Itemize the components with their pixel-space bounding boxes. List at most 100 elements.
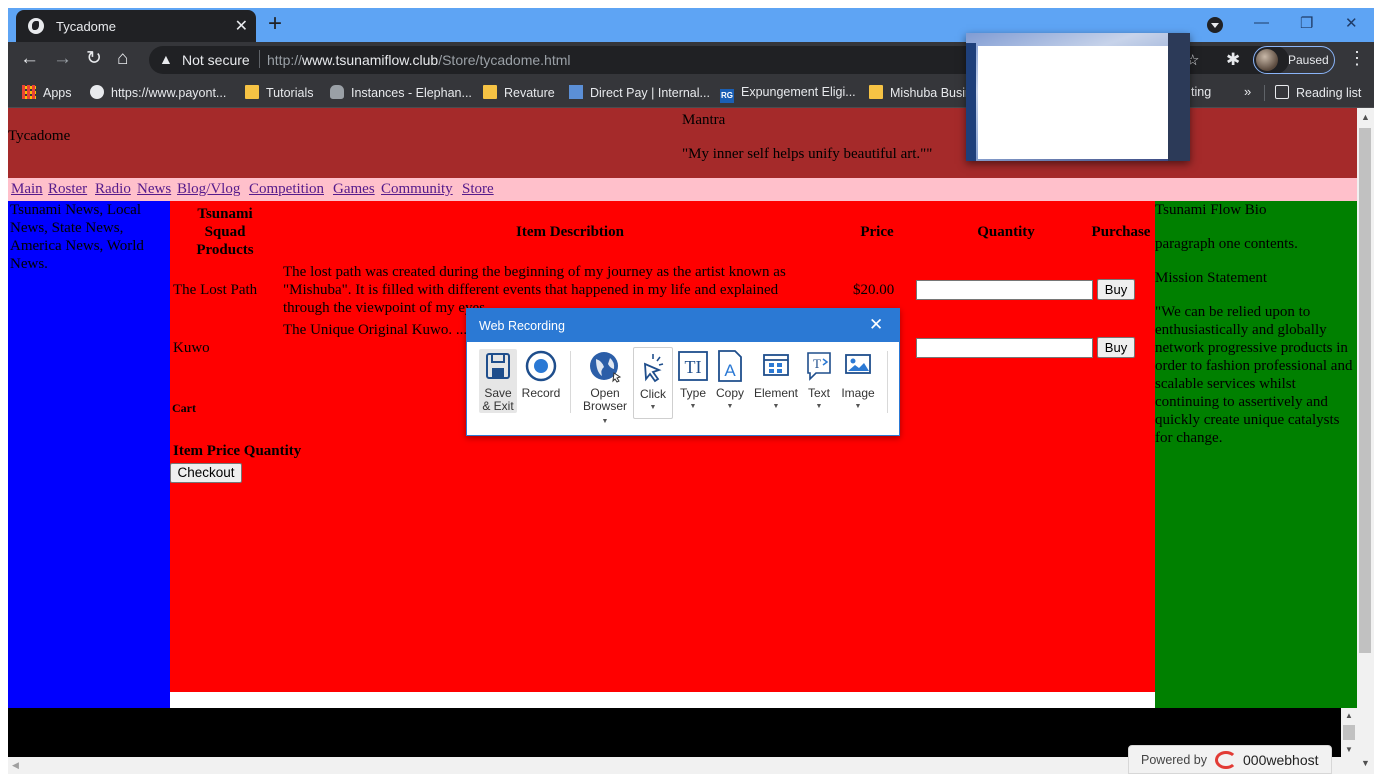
nav-games[interactable]: Games (333, 181, 375, 198)
buy-button[interactable]: Buy (1097, 279, 1135, 300)
minimize-icon[interactable]: — (1254, 14, 1269, 31)
reading-list-button[interactable]: Reading list (1275, 85, 1361, 100)
tab-tycadome[interactable]: Tycadome ✕ (16, 10, 256, 42)
copy-button[interactable]: A Copy ▼ (710, 349, 750, 413)
click-button[interactable]: Click ▼ (633, 347, 673, 419)
bookmark-expungement[interactable]: RG Expungement Eligi... (720, 85, 856, 103)
mission-title: Mission Statement (1155, 270, 1268, 286)
extensions-icon[interactable]: ✱ (1226, 50, 1240, 70)
bookmark-payont[interactable]: https://www.payont... (90, 85, 226, 100)
type-icon: TI (678, 351, 708, 381)
element-icon (763, 354, 789, 376)
header-price: Price (860, 224, 894, 240)
footer-scrollbar[interactable]: ▲ ▼ (1341, 708, 1357, 757)
bookmarks-more-icon[interactable]: » (1244, 84, 1251, 99)
nav-blog-vlog[interactable]: Blog/Vlog (177, 181, 240, 198)
bio-text: paragraph one contents. (1155, 236, 1298, 252)
svg-text:T: T (813, 356, 821, 371)
bookmark-instances[interactable]: Instances - Elephan... (330, 85, 472, 100)
scroll-up-icon[interactable]: ▲ (1361, 112, 1370, 122)
folder-icon (483, 85, 497, 99)
type-label: Type (679, 386, 706, 400)
nav-store[interactable]: Store (462, 181, 494, 198)
element-button[interactable]: Element ▼ (752, 349, 800, 413)
news-links-text: Tsunami News, Local News, State News, Am… (10, 202, 144, 272)
bookmark-direct-pay[interactable]: Direct Pay | Internal... (569, 85, 710, 100)
scroll-up-icon[interactable]: ▲ (1345, 711, 1353, 720)
avatar (1256, 49, 1278, 71)
svg-text:TI: TI (685, 357, 702, 377)
powered-by-badge[interactable]: Powered by 000webhost (1128, 745, 1332, 774)
restore-icon[interactable]: ❐ (1300, 14, 1313, 32)
reload-icon[interactable]: ↻ (86, 48, 102, 70)
image-icon (845, 354, 871, 374)
forward-icon[interactable]: → (53, 48, 72, 70)
record-label: Record (521, 386, 561, 400)
svg-text:A: A (724, 361, 736, 380)
scroll-left-icon[interactable]: ◀ (12, 760, 19, 771)
page-scrollbar-lower[interactable]: ▼ (1357, 708, 1374, 774)
tab-close-icon[interactable]: ✕ (235, 16, 248, 36)
dialog-title: Web Recording (479, 319, 565, 333)
apps-icon (22, 85, 36, 99)
buy-button[interactable]: Buy (1097, 337, 1135, 358)
scroll-down-icon[interactable]: ▼ (1345, 745, 1353, 754)
dropdown-caret-icon: ▼ (601, 418, 609, 425)
header-description: Item Describtion (516, 224, 624, 240)
dialog-close-icon[interactable]: ✕ (869, 315, 883, 335)
bookmark-revature[interactable]: Revature (483, 85, 555, 100)
nav-main[interactable]: Main (11, 181, 43, 198)
powered-by-brand: 000webhost (1243, 752, 1319, 768)
image-button[interactable]: Image ▼ (838, 349, 878, 413)
back-icon[interactable]: ← (20, 48, 39, 70)
scrollbar-thumb[interactable] (1343, 725, 1355, 740)
bookmark-mishuba[interactable]: Mishuba Busin (869, 85, 972, 100)
globe-icon (590, 352, 622, 383)
text-label: Text (807, 386, 830, 400)
menu-icon[interactable]: ⋮ (1348, 48, 1366, 69)
scroll-down-icon[interactable]: ▼ (1361, 758, 1370, 768)
web-recording-dialog: Web Recording ✕ Save & Exit Record Open … (466, 308, 900, 436)
save-exit-button[interactable]: Save & Exit (479, 349, 517, 413)
bookmark-tutorials[interactable]: Tutorials (245, 85, 313, 100)
bio-sidebar: Tsunami Flow Bio paragraph one contents.… (1155, 201, 1357, 708)
globe-icon (90, 85, 104, 99)
cart-label: Cart (172, 401, 196, 415)
nav-news[interactable]: News (137, 181, 171, 198)
tab-search-icon[interactable] (1207, 17, 1223, 33)
quantity-input[interactable] (916, 280, 1093, 300)
bio-title: Tsunami Flow Bio (1155, 202, 1267, 218)
profile-button[interactable]: Paused (1253, 46, 1335, 74)
omnibox-divider (259, 50, 260, 68)
text-button[interactable]: T Text ▼ (799, 349, 839, 413)
preview-left-strip (966, 43, 976, 161)
bookmark-apps[interactable]: Apps (22, 85, 72, 100)
window-preview-thumbnail[interactable] (966, 33, 1190, 161)
nav-roster[interactable]: Roster (48, 181, 87, 198)
nav-competition[interactable]: Competition (249, 181, 324, 198)
bookmark-partial[interactable]: ting (1191, 85, 1211, 99)
product-name: The Lost Path (173, 282, 258, 298)
dropdown-caret-icon: ▼ (854, 403, 862, 410)
nav-radio[interactable]: Radio (95, 181, 131, 198)
page-scrollbar[interactable]: ▲ (1357, 108, 1374, 708)
site-nav: Main Roster Radio News Blog/Vlog Competi… (8, 178, 1357, 201)
globe-icon (28, 18, 44, 34)
open-browser-button[interactable]: Open Browser ▼ (580, 349, 630, 428)
dialog-titlebar[interactable]: Web Recording ✕ (467, 309, 899, 342)
home-icon[interactable]: ⌂ (117, 48, 128, 70)
image-label: Image (841, 386, 875, 400)
record-button[interactable]: Record (521, 349, 561, 400)
text-icon: T (807, 352, 831, 381)
window-close-icon[interactable]: ✕ (1345, 14, 1358, 32)
dropdown-caret-icon: ▼ (772, 403, 780, 410)
url-text: http://www.tsunamiflow.club/Store/tycado… (267, 52, 571, 68)
product-name: Kuwo (173, 340, 210, 356)
scrollbar-thumb[interactable] (1359, 128, 1371, 653)
profile-status: Paused (1288, 53, 1329, 67)
type-button[interactable]: TI Type ▼ (673, 349, 713, 413)
nav-community[interactable]: Community (381, 181, 453, 198)
new-tab-button[interactable]: + (268, 12, 282, 36)
quantity-input[interactable] (916, 338, 1093, 358)
checkout-button[interactable]: Checkout (170, 463, 242, 483)
